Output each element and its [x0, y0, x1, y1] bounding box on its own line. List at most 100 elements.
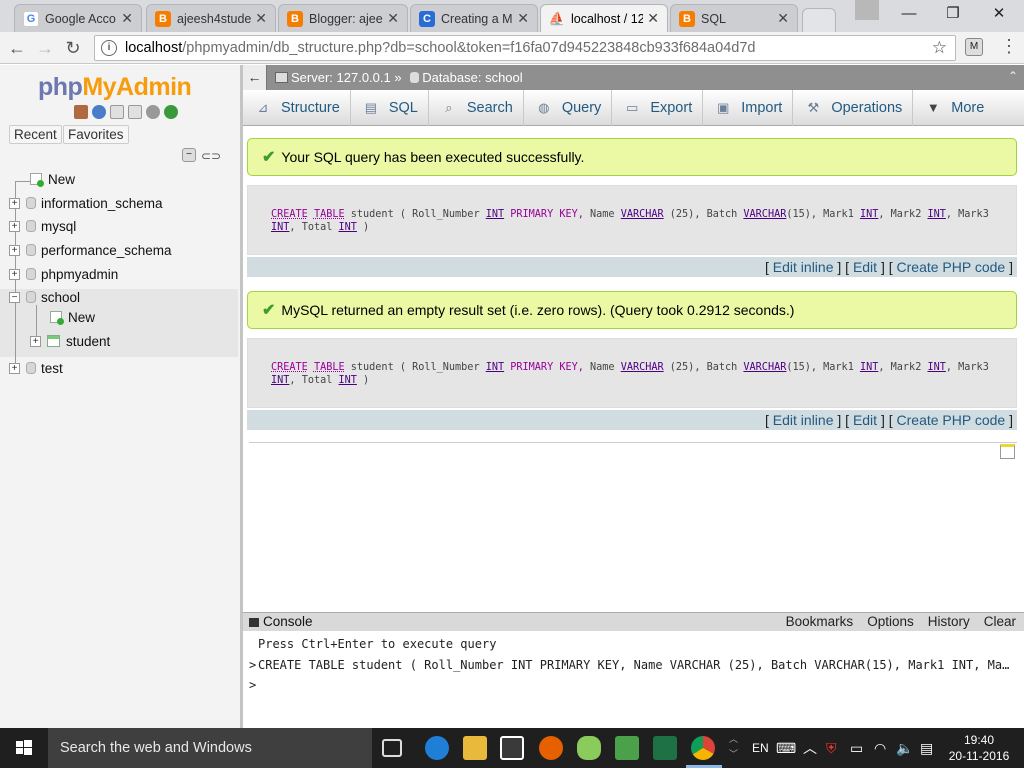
- console-history-button[interactable]: History: [928, 614, 970, 629]
- excel-icon[interactable]: [653, 736, 677, 760]
- tree-item-phpmyadmin[interactable]: + phpmyadmin: [9, 263, 118, 285]
- gear-icon[interactable]: [146, 105, 160, 119]
- console-clear-button[interactable]: Clear: [984, 614, 1016, 629]
- tab-sql[interactable]: ▤ SQL: [351, 90, 429, 126]
- edit-link[interactable]: Edit: [853, 259, 877, 275]
- create-php-code-link[interactable]: Create PHP code: [897, 259, 1006, 275]
- chrome-menu-icon[interactable]: ⋮: [1000, 37, 1018, 55]
- expand-icon[interactable]: +: [9, 220, 20, 232]
- tab-structure[interactable]: ⊿ Structure: [243, 90, 351, 126]
- console-header[interactable]: Console Bookmarks Options History Clear: [243, 612, 1024, 631]
- restore-button[interactable]: ❐: [930, 0, 976, 28]
- antivirus-icon[interactable]: ⛨: [826, 728, 837, 768]
- tab-more[interactable]: ▼ More: [913, 90, 994, 126]
- browser-tab[interactable]: B ajeesh4stude ✕: [146, 4, 276, 32]
- close-tab-icon[interactable]: ✕: [517, 10, 529, 27]
- notes-app-icon[interactable]: [615, 736, 639, 760]
- tree-item-information-schema[interactable]: + information_schema: [9, 192, 163, 214]
- browser-tab[interactable]: G Google Acco ✕: [14, 4, 142, 32]
- expand-icon[interactable]: +: [9, 362, 20, 374]
- notification-icon[interactable]: ▤: [920, 728, 933, 768]
- info-icon[interactable]: i: [101, 40, 117, 56]
- close-tab-icon[interactable]: ✕: [387, 10, 399, 27]
- new-tab-button[interactable]: [802, 8, 836, 32]
- volume-icon[interactable]: 🔈: [896, 728, 913, 768]
- back-arrow-icon[interactable]: ←: [4, 36, 30, 60]
- home-icon[interactable]: [74, 105, 88, 119]
- store-icon[interactable]: [500, 736, 524, 760]
- tree-item-new-table[interactable]: New: [50, 306, 95, 328]
- browser-tab[interactable]: B SQL ✕: [670, 4, 798, 32]
- extension-icon[interactable]: M: [965, 38, 983, 56]
- console-options-button[interactable]: Options: [867, 614, 914, 629]
- forward-arrow-icon[interactable]: →: [32, 36, 58, 60]
- tab-search[interactable]: ⌕ Search: [429, 90, 524, 126]
- create-php-code-link[interactable]: Create PHP code: [897, 412, 1006, 428]
- firefox-icon[interactable]: [539, 736, 563, 760]
- tree-item-test[interactable]: + test: [9, 357, 63, 379]
- address-bar[interactable]: i localhost/phpmyadmin/db_structure.php?…: [94, 35, 956, 61]
- language-indicator[interactable]: EN: [752, 728, 769, 768]
- console-input[interactable]: [258, 676, 1008, 694]
- taskbar-clock[interactable]: 19:40 20-11-2016: [944, 732, 1014, 764]
- tree-item-school[interactable]: − school: [9, 286, 80, 308]
- edit-link[interactable]: Edit: [853, 412, 877, 428]
- console-title[interactable]: Console: [249, 614, 313, 629]
- taskbar-search-box[interactable]: Search the web and Windows: [48, 728, 372, 768]
- start-button[interactable]: [0, 728, 48, 768]
- close-tab-icon[interactable]: ✕: [777, 10, 789, 27]
- close-window-button[interactable]: ✕: [976, 0, 1022, 28]
- edge-icon[interactable]: [425, 736, 449, 760]
- battery-icon[interactable]: ▭: [850, 728, 863, 768]
- expand-icon[interactable]: +: [9, 197, 20, 209]
- file-explorer-icon[interactable]: [463, 736, 487, 760]
- collapse-nav-arrow-icon[interactable]: ←: [243, 65, 267, 90]
- breadcrumb-database[interactable]: Database: school: [422, 70, 522, 85]
- keyboard-icon[interactable]: ⌨: [776, 728, 796, 768]
- tree-item-new[interactable]: New: [30, 168, 75, 190]
- expand-icon[interactable]: +: [30, 335, 41, 347]
- tree-item-mysql[interactable]: + mysql: [9, 215, 76, 237]
- close-tab-icon[interactable]: ✕: [255, 10, 267, 27]
- chrome-icon[interactable]: [691, 736, 715, 760]
- breadcrumb-server[interactable]: Server: 127.0.0.1 »: [291, 70, 402, 85]
- page-settings-icon[interactable]: [1000, 444, 1015, 459]
- phpmyadmin-logo[interactable]: phpMyAdmin: [38, 73, 192, 102]
- task-view-icon[interactable]: [382, 739, 402, 757]
- tree-item-student[interactable]: + student: [30, 330, 110, 352]
- tree-item-performance-schema[interactable]: + performance_schema: [9, 239, 172, 261]
- tab-import[interactable]: ▣ Import: [703, 90, 794, 126]
- minimize-button[interactable]: —: [886, 0, 932, 28]
- help-icon[interactable]: [92, 105, 106, 119]
- console-body[interactable]: Press Ctrl+Enter to execute query > CREA…: [243, 631, 1024, 728]
- browser-tab-active[interactable]: ⛵ localhost / 12 ✕: [540, 4, 668, 32]
- browser-tab[interactable]: C Creating a M ✕: [410, 4, 538, 32]
- link-icon[interactable]: ⊂⊃: [201, 149, 221, 163]
- scroll-top-icon[interactable]: ⌃: [1008, 69, 1018, 83]
- refresh-icon[interactable]: [164, 105, 178, 119]
- sql-docs-icon[interactable]: [128, 105, 142, 119]
- edit-inline-link[interactable]: Edit inline: [773, 412, 834, 428]
- close-tab-icon[interactable]: ✕: [121, 10, 133, 27]
- close-tab-icon[interactable]: ✕: [647, 10, 659, 27]
- tab-export[interactable]: ▭ Export: [612, 90, 704, 126]
- console-bookmarks-button[interactable]: Bookmarks: [786, 614, 854, 629]
- tab-query[interactable]: ◍ Query: [524, 90, 613, 126]
- expand-icon[interactable]: +: [9, 244, 20, 256]
- scroll-arrows-icon[interactable]: ︿ ﹀: [729, 732, 738, 762]
- favorites-button[interactable]: Favorites: [63, 125, 129, 144]
- browser-tab[interactable]: B Blogger: ajee ✕: [278, 4, 408, 32]
- tab-operations[interactable]: ⚒ Operations: [793, 90, 914, 126]
- reload-icon[interactable]: ↻: [60, 36, 86, 60]
- collapse-all-icon[interactable]: −: [182, 148, 196, 162]
- show-hidden-icons-icon[interactable]: ︿: [803, 728, 817, 768]
- cloud-app-icon[interactable]: [577, 736, 601, 760]
- recent-button[interactable]: Recent: [9, 125, 62, 144]
- wifi-icon[interactable]: ◠: [874, 728, 886, 768]
- docs-icon[interactable]: [110, 105, 124, 119]
- console-history-line[interactable]: CREATE TABLE student ( Roll_Number INT P…: [258, 658, 1010, 672]
- bookmark-star-icon[interactable]: ☆: [932, 38, 947, 58]
- user-profile-icon[interactable]: [855, 0, 879, 20]
- collapse-icon[interactable]: −: [9, 291, 20, 303]
- expand-icon[interactable]: +: [9, 268, 20, 280]
